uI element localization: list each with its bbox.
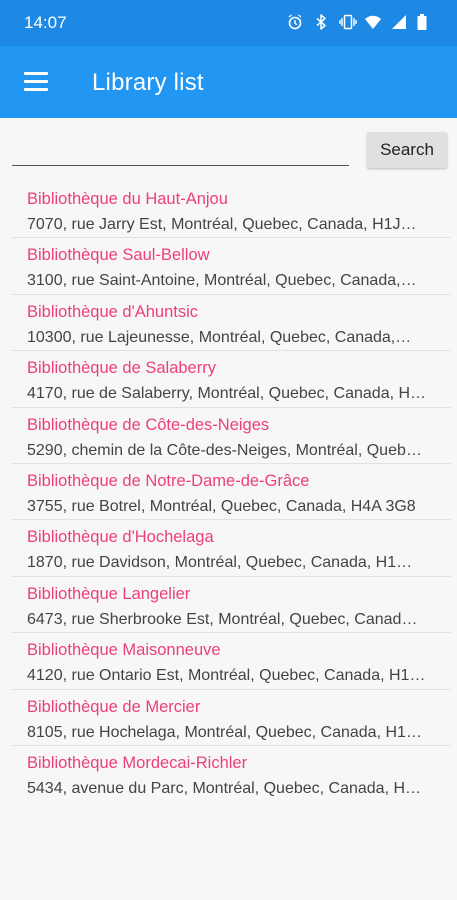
library-name: Bibliothèque de Salaberry <box>27 359 216 378</box>
library-address: 4170, rue de Salaberry, Montréal, Quebec… <box>27 385 427 403</box>
list-item[interactable]: Bibliothèque du Haut-Anjou 7070, rue Jarr… <box>12 182 451 239</box>
library-name: Bibliothèque Maisonneuve <box>27 641 221 660</box>
library-name: Bibliothèque Langelier <box>27 584 191 603</box>
library-list: Bibliothèque du Haut-Anjou 7070, rue Jarr… <box>12 182 451 802</box>
library-name: Bibliothèque du Haut-Anjou <box>27 190 228 208</box>
list-item[interactable]: Bibliothèque de Côte-des-Neiges 5290, che… <box>12 408 451 464</box>
library-address: 1870, rue Davidson, Montréal, Quebec, Ca… <box>27 554 413 572</box>
library-address: 3755, rue Botrel, Montréal, Quebec, Cana… <box>27 497 416 515</box>
search-button[interactable]: Search <box>367 132 447 168</box>
library-name: Bibliothèque de Mercier <box>27 697 201 716</box>
library-address: 3100, rue Saint-Antoine, Montréal, Quebe… <box>27 272 417 290</box>
library-name: Bibliothèque d'Hochelaga <box>27 528 214 547</box>
alarm-icon <box>287 14 303 30</box>
library-address: 5434, avenue du Parc, Montréal, Quebec, … <box>27 779 422 797</box>
library-name: Bibliothèque de Côte-des-Neiges <box>27 415 270 434</box>
status-icons <box>287 14 433 30</box>
list-item[interactable]: Bibliothèque de Mercier 8105, rue Hochela… <box>12 690 451 746</box>
app-bar: Library list <box>0 46 457 118</box>
library-address: 8105, rue Hochelaga, Montréal, Quebec, C… <box>27 723 422 741</box>
battery-icon <box>417 14 433 30</box>
list-item[interactable]: Bibliothèque d'Ahuntsic 10300, rue Lajeun… <box>12 295 451 352</box>
list-item[interactable]: Bibliothèque Mordecai-Richler 5434, avenu… <box>12 746 451 802</box>
library-name: Bibliothèque d'Ahuntsic <box>27 302 199 321</box>
list-item[interactable]: Bibliothèque de Notre-Dame-de-Grâce 3755,… <box>12 464 451 521</box>
library-name: Bibliothèque Saul-Bellow <box>27 246 210 265</box>
search-input[interactable] <box>12 140 349 166</box>
search-bar: Search <box>0 118 457 180</box>
vibrate-icon <box>339 14 357 30</box>
library-name: Bibliothèque Mordecai-Richler <box>27 753 248 772</box>
library-address: 6473, rue Sherbrooke Est, Montréal, Queb… <box>27 610 418 628</box>
wifi-icon <box>365 14 381 30</box>
library-name: Bibliothèque de Notre-Dame-de-Grâce <box>27 471 310 490</box>
list-item[interactable]: Bibliothèque de Salaberry 4170, rue de Sa… <box>12 351 451 408</box>
library-address: 4120, rue Ontario Est, Montréal, Quebec,… <box>27 667 426 685</box>
library-address: 7070, rue Jarry Est, Montréal, Quebec, C… <box>27 216 417 233</box>
status-time: 14:07 <box>24 13 67 32</box>
signal-icon <box>391 14 407 30</box>
status-bar: 14:07 <box>0 0 457 46</box>
hamburger-menu-icon[interactable] <box>16 66 56 98</box>
list-item[interactable]: Bibliothèque Saul-Bellow 3100, rue Saint-… <box>12 238 451 295</box>
list-item[interactable]: Bibliothèque Langelier 6473, rue Sherbroo… <box>12 577 451 634</box>
library-address: 10300, rue Lajeunesse, Montréal, Quebec,… <box>27 328 412 346</box>
list-item[interactable]: Bibliothèque Maisonneuve 4120, rue Ontari… <box>12 633 451 690</box>
library-address: 5290, chemin de la Côte-des-Neiges, Mont… <box>27 441 422 459</box>
page-title: Library list <box>92 69 204 96</box>
list-item[interactable]: Bibliothèque d'Hochelaga 1870, rue Davids… <box>12 520 451 577</box>
bluetooth-icon <box>313 14 329 30</box>
